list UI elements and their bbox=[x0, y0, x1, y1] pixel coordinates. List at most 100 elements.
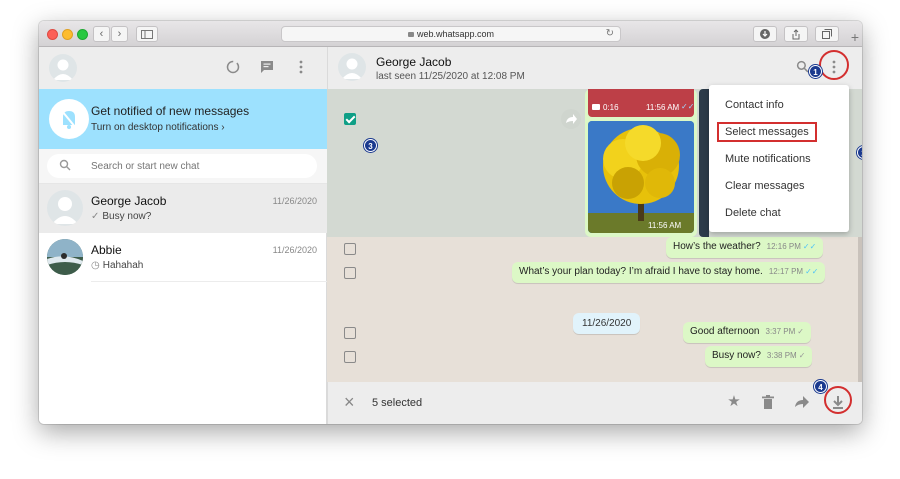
message-checkbox[interactable] bbox=[344, 351, 356, 363]
check-icon: ✓ bbox=[91, 211, 100, 222]
download-circle-icon bbox=[760, 29, 770, 39]
tree-photo-icon bbox=[588, 121, 694, 233]
chevron-right-icon: › bbox=[117, 28, 122, 40]
chat-date: 11/26/2020 bbox=[272, 245, 317, 255]
search-area bbox=[39, 149, 327, 184]
address-bar[interactable]: web.whatsapp.com ↻ bbox=[281, 26, 621, 42]
chat-item-george-jacob[interactable]: George Jacob 11/26/2020 ✓ Busy now? bbox=[39, 184, 327, 233]
person-icon bbox=[53, 59, 73, 80]
message-checkbox[interactable] bbox=[344, 267, 356, 279]
image-thumbnail[interactable]: 11:56 AM bbox=[588, 121, 694, 233]
chat-name: George Jacob bbox=[91, 194, 167, 208]
date-separator: 11/26/2020 bbox=[573, 313, 641, 334]
media-message[interactable]: 0:16 11:56 AM ✓✓ 11:56 AM bbox=[585, 89, 697, 237]
clock-icon: ◷ bbox=[91, 260, 100, 271]
chat-preview: ✓ Busy now? bbox=[91, 211, 151, 222]
tabs-icon bbox=[822, 29, 832, 39]
close-window-button[interactable] bbox=[47, 29, 58, 40]
media-message-partial[interactable] bbox=[699, 89, 709, 237]
browser-window: ‹ › web.whatsapp.com ↻ + Get notified of… bbox=[39, 21, 862, 424]
menu-item-delete-chat[interactable]: Delete chat bbox=[709, 200, 849, 227]
contact-avatar[interactable] bbox=[338, 53, 366, 81]
message-checkbox[interactable] bbox=[344, 243, 356, 255]
outgoing-message[interactable]: Good afternoon 3:37 PM ✓ bbox=[683, 322, 811, 343]
conversation-title[interactable]: George Jacob bbox=[376, 55, 451, 69]
lock-icon bbox=[407, 32, 414, 37]
search-input[interactable] bbox=[91, 158, 301, 174]
new-tab-button[interactable]: + bbox=[848, 27, 862, 47]
selection-toolbar: × 5 selected ★ bbox=[327, 382, 862, 424]
check-icon: ✓ bbox=[797, 327, 804, 336]
forward-nav-button[interactable]: › bbox=[111, 26, 128, 42]
new-chat-button[interactable] bbox=[259, 60, 275, 76]
forward-button[interactable] bbox=[793, 393, 811, 411]
double-check-icon: ✓✓ bbox=[681, 102, 695, 111]
delete-button[interactable] bbox=[759, 393, 777, 411]
outgoing-message[interactable]: How’s the weather? 12:16 PM ✓✓ bbox=[666, 237, 824, 258]
video-time: 11:56 AM bbox=[646, 103, 680, 112]
chat-item-abbie[interactable]: Abbie 11/26/2020 ◷ Hahahah bbox=[39, 233, 327, 282]
bell-off-icon bbox=[49, 99, 89, 139]
my-avatar[interactable] bbox=[49, 54, 77, 82]
message-time: 3:37 PM bbox=[765, 327, 796, 336]
search-box[interactable] bbox=[47, 154, 317, 178]
sidebar-toggle-button[interactable] bbox=[136, 26, 158, 42]
menu-item-select-messages[interactable]: Select messages bbox=[709, 119, 849, 146]
annotation-ring-menu bbox=[819, 50, 849, 80]
star-button[interactable]: ★ bbox=[725, 393, 743, 411]
double-check-icon: ✓✓ bbox=[802, 242, 817, 251]
contact-avatar bbox=[47, 239, 83, 275]
browser-titlebar: ‹ › web.whatsapp.com ↻ + bbox=[39, 21, 862, 47]
divider bbox=[91, 281, 327, 282]
message-text: Good afternoon bbox=[690, 326, 760, 337]
forward-message-button[interactable] bbox=[561, 109, 581, 129]
notification-title: Get notified of new messages bbox=[91, 104, 250, 118]
photo-avatar-icon bbox=[47, 239, 83, 275]
zoom-window-button[interactable] bbox=[77, 29, 88, 40]
double-check-icon: ✓✓ bbox=[805, 267, 819, 276]
outgoing-message[interactable]: What’s your plan today? I’m afraid I hav… bbox=[512, 262, 826, 283]
status-button[interactable] bbox=[225, 60, 241, 76]
annotation-ring-download bbox=[824, 386, 852, 414]
trash-icon bbox=[762, 395, 774, 409]
last-seen-status: last seen 11/25/2020 at 12:08 PM bbox=[376, 71, 525, 82]
chevron-left-icon: ‹ bbox=[99, 28, 104, 40]
tabs-button[interactable] bbox=[815, 26, 839, 42]
message-checkbox-selected[interactable] bbox=[344, 113, 356, 125]
menu-item-mute-notifications[interactable]: Mute notifications bbox=[709, 146, 849, 173]
message-checkbox[interactable] bbox=[344, 327, 356, 339]
step-badge-4: 4 bbox=[814, 380, 827, 393]
video-duration: 0:16 bbox=[603, 103, 619, 112]
enable-notifications-link[interactable]: Turn on desktop notifications › bbox=[91, 122, 225, 133]
url-text: web.whatsapp.com bbox=[416, 29, 495, 39]
left-menu-button[interactable] bbox=[293, 60, 309, 76]
chat-preview-text: Busy now? bbox=[102, 211, 152, 222]
scrollbar[interactable] bbox=[858, 237, 862, 382]
back-button[interactable]: ‹ bbox=[93, 26, 110, 42]
step-badge-3: 3 bbox=[364, 139, 377, 152]
notification-banner[interactable]: Get notified of new messages Turn on des… bbox=[39, 89, 327, 149]
downloads-button[interactable] bbox=[753, 26, 777, 42]
minimize-window-button[interactable] bbox=[62, 29, 73, 40]
conversation-header: George Jacob last seen 11/25/2020 at 12:… bbox=[327, 47, 862, 89]
check-icon: ✓ bbox=[798, 351, 806, 360]
menu-item-clear-messages[interactable]: Clear messages bbox=[709, 173, 849, 200]
outgoing-message[interactable]: Busy now? 3:38 PM ✓ bbox=[705, 346, 813, 367]
message-icon bbox=[261, 61, 273, 73]
share-button[interactable] bbox=[784, 26, 808, 42]
sidebar-icon bbox=[141, 30, 153, 39]
video-thumbnail[interactable]: 0:16 11:56 AM ✓✓ bbox=[588, 89, 694, 117]
search-messages-button[interactable] bbox=[794, 60, 810, 76]
step-badge-1: 1 bbox=[809, 65, 822, 78]
chat-name: Abbie bbox=[91, 243, 122, 257]
message-text: How’s the weather? bbox=[673, 241, 761, 252]
selected-count: 5 selected bbox=[372, 397, 423, 409]
reload-icon[interactable]: ↻ bbox=[606, 27, 614, 41]
cancel-selection-button[interactable]: × bbox=[344, 392, 355, 412]
chat-date: 11/26/2020 bbox=[272, 196, 317, 206]
search-icon bbox=[59, 159, 71, 171]
close-icon: × bbox=[344, 392, 355, 412]
share-icon bbox=[792, 29, 800, 40]
menu-item-contact-info[interactable]: Contact info bbox=[709, 92, 849, 119]
image-time: 11:56 AM bbox=[648, 221, 682, 230]
